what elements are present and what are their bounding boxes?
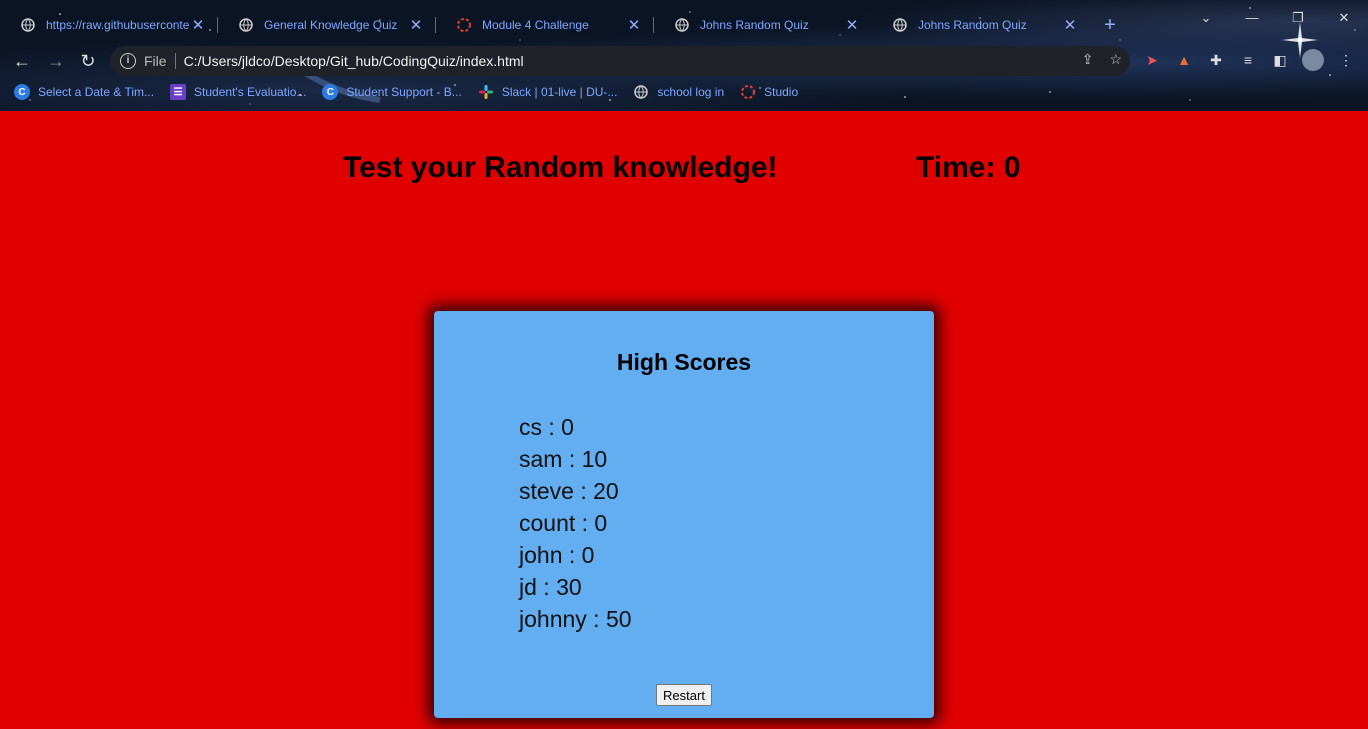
url-text[interactable]: C:/Users/jldco/Desktop/Git_hub/CodingQui… xyxy=(184,53,524,69)
tab-general-knowledge[interactable]: General Knowledge Quiz ✕ xyxy=(218,8,436,42)
tab-title: General Knowledge Quiz xyxy=(264,18,398,32)
bookmark-school-log-in[interactable]: school log in xyxy=(633,84,724,100)
side-panel-icon[interactable]: ◧ xyxy=(1270,50,1290,70)
close-tab-icon[interactable]: ✕ xyxy=(190,16,206,34)
globe-icon xyxy=(20,17,36,33)
close-tab-icon[interactable]: ✕ xyxy=(408,16,424,34)
tab-search-icon[interactable]: ⌄ xyxy=(1196,10,1216,26)
high-scores-list: cs : 0 sam : 10 steve : 20 count : 0 joh… xyxy=(519,411,632,635)
score-entry: sam : 10 xyxy=(519,446,608,472)
tab-johns-random-quiz-1[interactable]: Johns Random Quiz ✕ xyxy=(654,8,872,42)
form-icon: ☰ xyxy=(170,84,187,100)
ring-icon xyxy=(456,17,472,33)
tab-module-4[interactable]: Module 4 Challenge ✕ xyxy=(436,8,654,42)
reload-icon[interactable]: ↻ xyxy=(76,49,100,73)
back-icon[interactable]: ← xyxy=(10,49,34,73)
bookmark-select-date[interactable]: C Select a Date & Tim... xyxy=(14,84,154,100)
close-window-icon[interactable]: ✕ xyxy=(1334,10,1354,26)
bookmarks-bar: C Select a Date & Tim... ☰ Student's Eva… xyxy=(0,80,1368,104)
extension-arrow-icon[interactable]: ➤ xyxy=(1142,50,1162,70)
score-entry: steve : 20 xyxy=(519,478,619,504)
media-queue-icon[interactable]: ≡ xyxy=(1238,50,1258,70)
info-icon[interactable]: i xyxy=(120,53,136,69)
c-logo-icon: C xyxy=(14,84,30,100)
timer-display: Time: 0 xyxy=(916,151,1021,184)
browser-chrome: https://raw.githubuserconte ✕ General Kn… xyxy=(0,0,1368,111)
close-tab-icon[interactable]: ✕ xyxy=(626,16,642,34)
globe-icon xyxy=(238,17,254,33)
scheme-label: File xyxy=(144,53,167,69)
high-scores-title: High Scores xyxy=(616,349,752,375)
tab-title: Module 4 Challenge xyxy=(482,18,589,32)
close-tab-icon[interactable]: ✕ xyxy=(1062,16,1078,34)
score-entry: john : 0 xyxy=(519,542,595,568)
browser-toolbar: ← → ↻ i File C:/Users/jldco/Desktop/Git_… xyxy=(0,44,1368,78)
globe-icon xyxy=(892,17,908,33)
forward-icon[interactable]: → xyxy=(44,49,68,73)
share-icon[interactable]: ⇪ xyxy=(1082,51,1094,68)
tab-raw-github[interactable]: https://raw.githubuserconte ✕ xyxy=(0,8,218,42)
new-tab-button[interactable]: + xyxy=(1098,14,1122,37)
minimize-icon[interactable]: — xyxy=(1242,10,1262,25)
extensions-puzzle-icon[interactable]: ✚ xyxy=(1206,50,1226,70)
menu-kebab-icon[interactable]: ⋮ xyxy=(1336,50,1356,70)
globe-icon xyxy=(633,84,649,100)
score-entry: count : 0 xyxy=(519,510,608,536)
ring-icon xyxy=(740,84,756,100)
tab-title: https://raw.githubuserconte xyxy=(46,18,190,32)
tab-title: Johns Random Quiz xyxy=(918,18,1027,32)
score-entry: cs : 0 xyxy=(519,414,574,440)
close-tab-icon[interactable]: ✕ xyxy=(844,16,860,34)
bookmark-star-icon[interactable]: ☆ xyxy=(1109,51,1122,68)
score-entry: johnny : 50 xyxy=(519,606,632,632)
bookmark-student-evaluation[interactable]: ☰ Student's Evaluatio... xyxy=(170,84,306,100)
page-title: Test your Random knowledge! xyxy=(343,151,778,184)
restore-icon[interactable]: ❐ xyxy=(1288,10,1308,26)
c-logo-icon: C xyxy=(322,84,339,100)
score-entry: jd : 30 xyxy=(519,574,582,600)
extension-lighthouse-icon[interactable]: ▲ xyxy=(1174,50,1194,70)
globe-icon xyxy=(674,17,690,33)
tab-strip: https://raw.githubuserconte ✕ General Kn… xyxy=(0,8,1368,42)
profile-avatar[interactable] xyxy=(1302,49,1324,71)
tab-johns-random-quiz-2[interactable]: Johns Random Quiz ✕ xyxy=(872,8,1090,42)
high-scores-card: High Scores cs : 0 sam : 10 steve : 20 c… xyxy=(434,311,934,718)
quiz-page: Test your Random knowledge! Time: 0 High… xyxy=(0,111,1368,729)
bookmark-studio[interactable]: Studio xyxy=(740,84,798,100)
address-bar[interactable]: i File C:/Users/jldco/Desktop/Git_hub/Co… xyxy=(110,46,1130,76)
bookmark-student-support[interactable]: C Student Support - B... xyxy=(322,84,462,100)
slack-icon xyxy=(478,84,494,100)
restart-button[interactable]: Restart xyxy=(656,684,712,706)
tab-title: Johns Random Quiz xyxy=(700,18,809,32)
bookmark-slack[interactable]: Slack | 01-live | DU-... xyxy=(478,84,617,100)
